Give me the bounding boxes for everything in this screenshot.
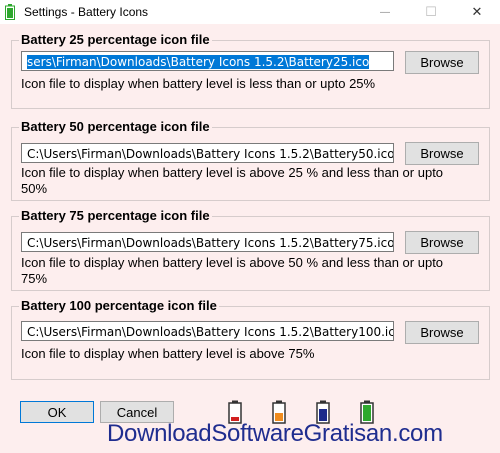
battery-75-browse-button[interactable]: Browse [405, 231, 479, 254]
path-text: C:\Users\Firman\Downloads\Battery Icons … [27, 325, 394, 339]
watermark-text: DownloadSoftwareGratisan.com [107, 420, 443, 447]
maximize-icon: ☐ [425, 4, 437, 19]
battery-100-browse-button[interactable]: Browse [405, 321, 479, 344]
path-text: C:\Users\Firman\Downloads\Battery Icons … [27, 236, 394, 250]
group-title: Battery 25 percentage icon file [19, 32, 212, 47]
title-bar: Settings - Battery Icons — ☐ ✕ [0, 0, 500, 24]
path-text: C:\Users\Firman\Downloads\Battery Icons … [27, 147, 394, 161]
maximize-button[interactable]: ☐ [408, 0, 454, 24]
path-text: sers\Firman\Downloads\Battery Icons 1.5.… [27, 55, 370, 69]
battery-50-path-input[interactable]: C:\Users\Firman\Downloads\Battery Icons … [21, 143, 394, 163]
group-description: Icon file to display when battery level … [21, 165, 444, 196]
battery-50-group: Battery 50 percentage icon file C:\Users… [11, 119, 490, 201]
battery-25-browse-button[interactable]: Browse [405, 51, 479, 74]
app-battery-icon [5, 4, 15, 20]
group-title: Battery 50 percentage icon file [19, 119, 212, 134]
battery-100-path-input[interactable]: C:\Users\Firman\Downloads\Battery Icons … [21, 321, 394, 341]
battery-75-path-input[interactable]: C:\Users\Firman\Downloads\Battery Icons … [21, 232, 394, 252]
battery-100-group: Battery 100 percentage icon file C:\User… [11, 298, 490, 380]
group-description: Icon file to display when battery level … [21, 255, 444, 286]
battery-50-browse-button[interactable]: Browse [405, 142, 479, 165]
minimize-icon: — [380, 6, 390, 18]
window-title: Settings - Battery Icons [24, 5, 149, 19]
close-button[interactable]: ✕ [454, 0, 500, 24]
battery-25-group: Battery 25 percentage icon file sers\Fir… [11, 32, 490, 109]
close-icon: ✕ [471, 4, 483, 19]
group-title: Battery 100 percentage icon file [19, 298, 219, 313]
minimize-button[interactable]: — [362, 0, 408, 24]
group-title: Battery 75 percentage icon file [19, 208, 212, 223]
battery-75-group: Battery 75 percentage icon file C:\Users… [11, 208, 490, 291]
battery-25-path-input[interactable]: sers\Firman\Downloads\Battery Icons 1.5.… [21, 51, 394, 71]
group-description: Icon file to display when battery level … [21, 346, 315, 361]
group-description: Icon file to display when battery level … [21, 76, 376, 91]
ok-button[interactable]: OK [20, 401, 94, 423]
